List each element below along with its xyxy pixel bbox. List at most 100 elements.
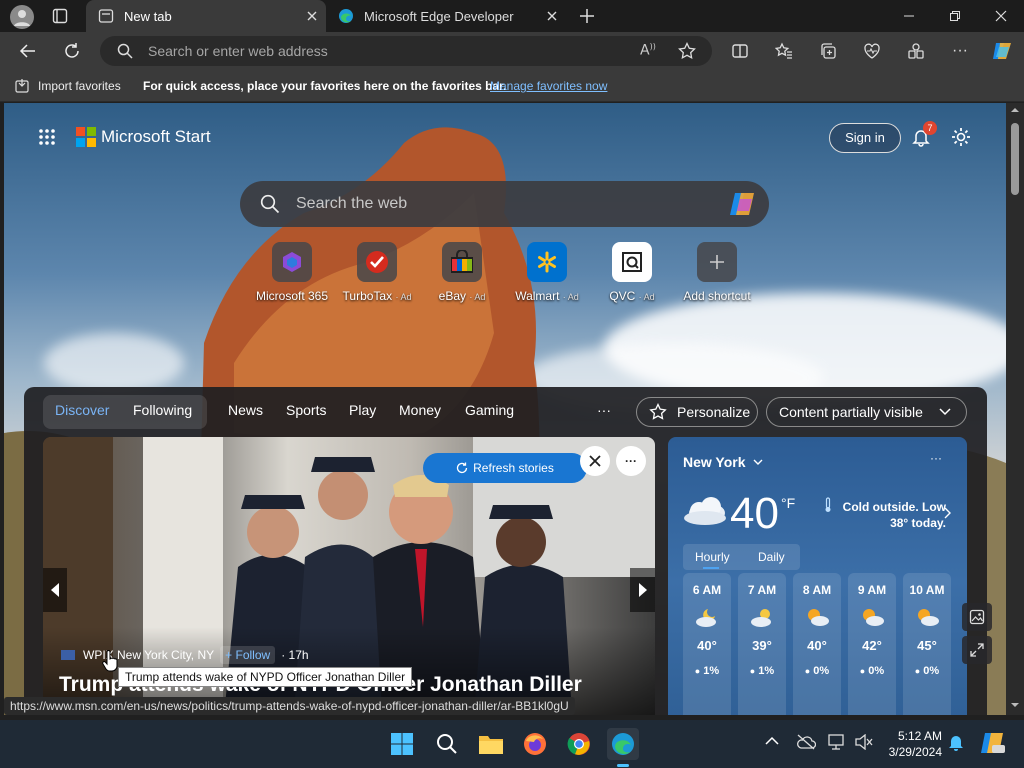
hourly-forecast-item[interactable]: 8 AM 40° ● 0%	[793, 573, 841, 715]
shortcut-ebay[interactable]: eBay · Ad	[417, 242, 507, 303]
hourly-forecast-item[interactable]: 6 AM 40° ● 1%	[683, 573, 731, 715]
copilot-button[interactable]	[987, 36, 1017, 66]
import-favorites-link[interactable]: Import favorites	[38, 79, 121, 93]
weather-location[interactable]: New York	[683, 454, 746, 470]
background-image-button[interactable]	[962, 603, 992, 631]
sign-in-button[interactable]: Sign in	[829, 123, 901, 153]
firefox-button[interactable]	[519, 728, 551, 760]
expand-feed-button[interactable]	[962, 636, 992, 664]
collections-button[interactable]	[813, 36, 843, 66]
network-icon[interactable]	[828, 734, 846, 750]
chevron-right-icon[interactable]	[944, 507, 952, 519]
back-button[interactable]	[13, 36, 43, 66]
browser-essentials-button[interactable]	[857, 36, 887, 66]
notifications-button[interactable]: 7	[911, 121, 937, 147]
favorites-button[interactable]	[769, 36, 799, 66]
tab-gaming[interactable]: Gaming	[465, 402, 514, 418]
forecast-precip: 0%	[813, 665, 830, 677]
onedrive-icon[interactable]	[796, 734, 816, 750]
story-more-button[interactable]: ···	[616, 446, 646, 476]
settings-menu-button[interactable]: ···	[945, 36, 975, 66]
tab-discover[interactable]: Discover	[55, 402, 109, 418]
tab-play[interactable]: Play	[349, 402, 376, 418]
scroll-up-icon[interactable]	[1010, 107, 1020, 113]
profile-avatar[interactable]	[10, 5, 34, 29]
refresh-button[interactable]	[57, 36, 87, 66]
partly-cloudy-icon	[751, 609, 771, 627]
scrollbar-thumb[interactable]	[1011, 123, 1019, 195]
new-tab-plus-icon[interactable]	[579, 8, 595, 24]
hourly-forecast-item[interactable]: 9 AM 42° ● 0%	[848, 573, 896, 715]
refresh-stories-label: Refresh stories	[473, 461, 554, 475]
content-visibility-dropdown[interactable]: Content partially visible	[766, 397, 967, 427]
chevron-down-icon[interactable]	[753, 459, 763, 466]
copilot-preview-icon[interactable]	[980, 730, 1006, 756]
tab-news[interactable]: News	[228, 402, 263, 418]
extensions-button[interactable]	[901, 36, 931, 66]
read-aloud-icon[interactable]: A))	[640, 42, 656, 59]
personalize-button[interactable]: Personalize	[636, 397, 758, 427]
apps-launcher-icon[interactable]	[38, 128, 56, 146]
brand-title[interactable]: Microsoft Start	[101, 127, 211, 147]
windows-logo-icon	[391, 733, 413, 755]
chrome-button[interactable]	[563, 728, 595, 760]
file-explorer-button[interactable]	[475, 728, 507, 760]
tab-actions-icon[interactable]	[52, 8, 68, 24]
tab-sports[interactable]: Sports	[286, 402, 326, 418]
tab-hourly[interactable]: Hourly	[695, 550, 730, 564]
news-feed-panel: Discover Following News Sports Play Mone…	[24, 387, 987, 715]
hourly-forecast-item[interactable]: 7 AM 39° ● 1%	[738, 573, 786, 715]
weather-card[interactable]: New York ··· 40 °F Cold outside. Low 38°…	[668, 437, 967, 715]
notification-bell-icon[interactable]	[948, 734, 964, 752]
dismiss-story-button[interactable]	[580, 446, 610, 476]
temperature-unit[interactable]: °F	[781, 495, 795, 511]
tab-new-tab[interactable]: New tab	[86, 0, 326, 32]
weather-more-button[interactable]: ···	[930, 451, 942, 465]
edge-taskbar-button[interactable]	[607, 728, 639, 767]
volume-muted-icon[interactable]	[855, 734, 873, 750]
address-bar[interactable]: Search or enter web address A))	[100, 36, 712, 66]
shortcut-microsoft-365[interactable]: Microsoft 365	[247, 242, 337, 303]
close-tab-icon[interactable]	[298, 11, 326, 21]
start-button[interactable]	[386, 728, 418, 760]
show-hidden-icons-button[interactable]	[765, 736, 779, 746]
manage-favorites-link[interactable]: Manage favorites now	[490, 79, 607, 93]
copilot-icon[interactable]	[729, 190, 759, 218]
page-scrollbar[interactable]	[1006, 103, 1024, 715]
add-shortcut-button[interactable]: Add shortcut	[672, 242, 762, 303]
system-clock[interactable]: 5:12 AM 3/29/2024	[880, 728, 942, 760]
carousel-next-button[interactable]	[630, 568, 655, 612]
carousel-prev-button[interactable]	[43, 568, 67, 612]
headline-tooltip: Trump attends wake of NYPD Officer Jonat…	[118, 667, 413, 687]
close-tab-icon[interactable]	[538, 11, 566, 21]
more-dots-icon: ···	[625, 454, 637, 468]
ad-tag: · Ad	[395, 292, 412, 302]
close-window-button[interactable]	[978, 0, 1024, 32]
taskbar-search-button[interactable]	[431, 728, 463, 760]
web-search-box[interactable]: Search the web	[240, 181, 769, 227]
scroll-down-icon[interactable]	[1010, 702, 1020, 708]
tab-edge-developer[interactable]: Microsoft Edge Developer	[326, 0, 566, 32]
shortcut-qvc[interactable]: QVC · Ad	[587, 242, 677, 303]
tab-money[interactable]: Money	[399, 402, 441, 418]
refresh-stories-button[interactable]: Refresh stories	[423, 453, 587, 483]
tab-strip: New tab Microsoft Edge Developer	[0, 0, 1024, 32]
hourly-forecast-item[interactable]: 10 AM 45° ● 0%	[903, 573, 951, 715]
droplet-icon: ●	[749, 666, 756, 676]
droplet-icon: ●	[694, 666, 701, 676]
favorites-bar: Import favorites For quick access, place…	[0, 70, 1024, 102]
favorite-star-icon[interactable]	[678, 42, 696, 60]
droplet-icon: ●	[859, 666, 866, 676]
restore-button[interactable]	[932, 0, 978, 32]
tab-following[interactable]: Following	[133, 402, 192, 418]
follow-publisher-button[interactable]: + Follow	[220, 646, 276, 664]
page-settings-button[interactable]	[950, 126, 972, 148]
split-screen-button[interactable]	[725, 36, 755, 66]
tab-daily[interactable]: Daily	[758, 550, 785, 564]
shortcut-walmart[interactable]: Walmart · Ad	[502, 242, 592, 303]
active-app-indicator	[617, 764, 629, 767]
minimize-button[interactable]	[886, 0, 932, 32]
plus-icon	[697, 242, 737, 282]
more-tabs-button[interactable]: ···	[597, 402, 611, 418]
shortcut-turbotax[interactable]: TurboTax · Ad	[332, 242, 422, 303]
